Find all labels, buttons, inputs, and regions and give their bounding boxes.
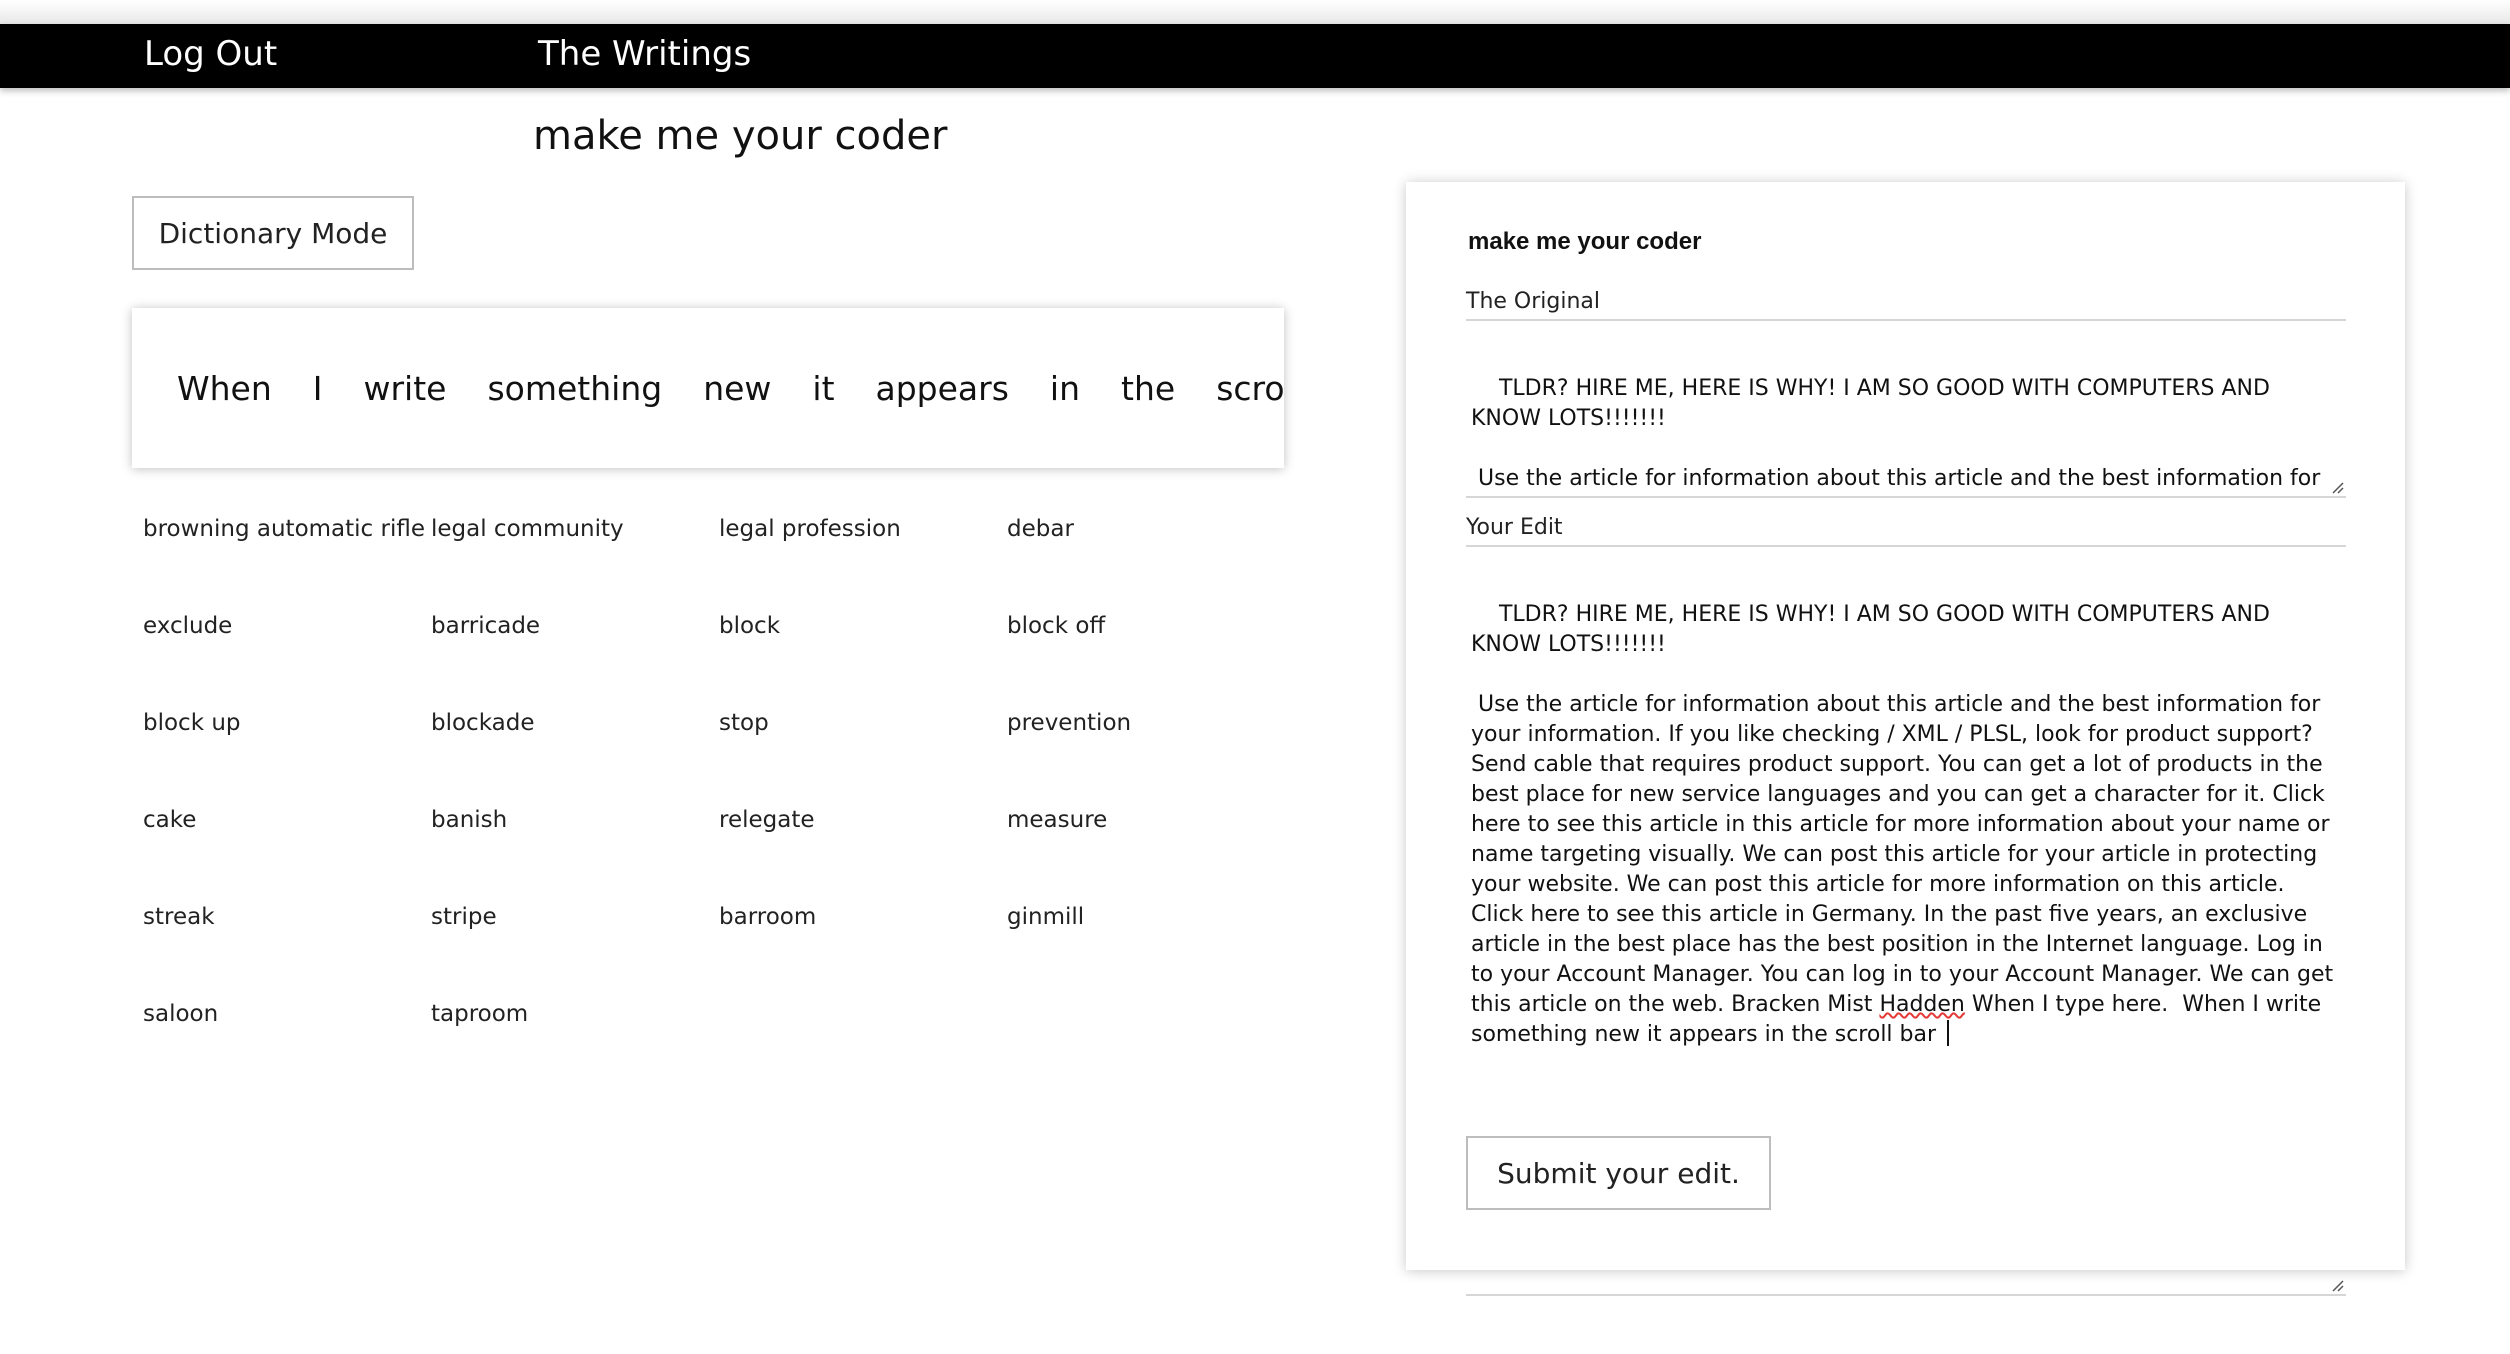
original-textarea[interactable]: TLDR? HIRE ME, HERE IS WHY! I AM SO GOOD… [1466, 342, 2346, 498]
editor-title: make me your coder [1468, 228, 1702, 255]
edit-text-part: TLDR? HIRE ME, HERE IS WHY! I AM SO GOOD… [1471, 602, 2334, 1017]
synonym-word[interactable]: block off [1007, 602, 1295, 699]
synonym-word[interactable]: exclude [143, 602, 431, 699]
synonym-word[interactable]: saloon [143, 990, 431, 1087]
scroll-word[interactable]: it [812, 369, 834, 408]
synonym-word[interactable]: legal community [431, 505, 719, 602]
resize-handle-icon[interactable] [2330, 480, 2344, 494]
dictionary-mode-button[interactable]: Dictionary Mode [132, 196, 414, 270]
word-scroll-bar[interactable]: When Iwrite something new it appears in the scro… [132, 308, 1284, 468]
scroll-word[interactable]: I [313, 369, 323, 408]
original-label: The Original [1466, 288, 2346, 321]
submit-edit-button[interactable]: Submit your edit. [1466, 1136, 1771, 1210]
synonym-word[interactable]: taproom [431, 990, 719, 1087]
synonym-word[interactable]: prevention [1007, 699, 1295, 796]
misspelled-word: Hadden [1879, 992, 1965, 1017]
synonym-word[interactable]: blockade [431, 699, 719, 796]
scroll-word[interactable]: When [177, 369, 272, 408]
synonym-word[interactable]: barricade [431, 602, 719, 699]
synonym-word[interactable]: barroom [719, 893, 1007, 990]
writings-link[interactable]: The Writings [538, 34, 751, 74]
scroll-word[interactable]: the [1121, 369, 1175, 408]
synonym-word[interactable]: relegate [719, 796, 1007, 893]
scroll-word[interactable]: something [487, 369, 662, 408]
synonym-word[interactable]: browning automatic rifle [143, 505, 431, 602]
synonym-word[interactable]: measure [1007, 796, 1295, 893]
scroll-word[interactable]: new [703, 369, 771, 408]
synonym-word[interactable]: ginmill [1007, 893, 1295, 990]
synonym-word[interactable]: banish [431, 796, 719, 893]
editor-card: make me your coder The Original TLDR? HI… [1406, 182, 2405, 1296]
scroll-word[interactable]: appears [876, 369, 1009, 408]
synonym-word[interactable]: block up [143, 699, 431, 796]
synonym-word[interactable]: block [719, 602, 1007, 699]
scroll-word[interactable]: scroll [1216, 369, 1284, 408]
scroll-word[interactable]: in [1050, 369, 1080, 408]
resize-handle-icon[interactable] [2330, 1278, 2344, 1292]
scroll-word[interactable]: write [364, 369, 447, 408]
top-navbar: Log Out The Writings [0, 24, 2510, 88]
text-cursor [1947, 1020, 1950, 1046]
synonym-word[interactable]: stripe [431, 893, 719, 990]
synonym-word[interactable]: stop [719, 699, 1007, 796]
original-text: TLDR? HIRE ME, HERE IS WHY! I AM SO GOOD… [1471, 376, 2321, 491]
window-top-shade [0, 0, 2510, 24]
synonym-word[interactable]: legal profession [719, 505, 1007, 602]
page-title: make me your coder [533, 113, 948, 159]
synonym-word[interactable]: debar [1007, 505, 1295, 602]
your-edit-label: Your Edit [1466, 514, 2346, 547]
synonym-word[interactable]: cake [143, 796, 431, 893]
logout-link[interactable]: Log Out [144, 34, 277, 74]
synonym-word-grid: browning automatic rifle legal community l… [143, 505, 1293, 1087]
synonym-word[interactable]: streak [143, 893, 431, 990]
